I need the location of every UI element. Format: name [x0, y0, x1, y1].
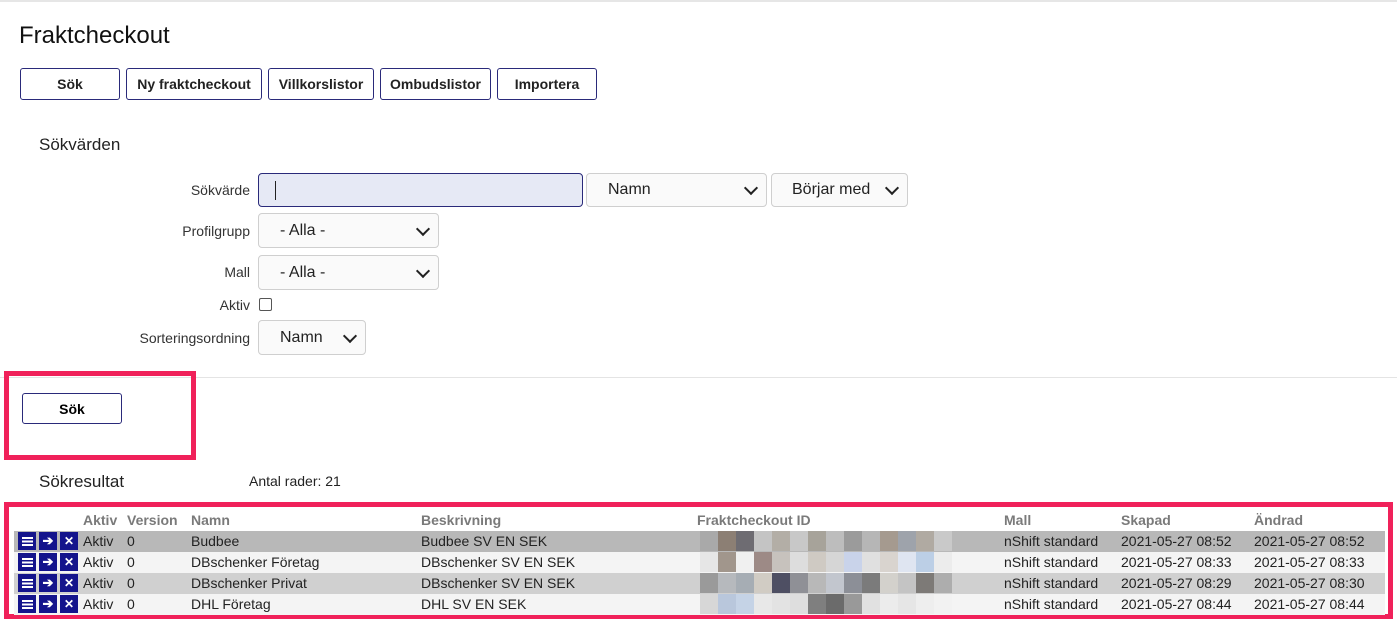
cell-beskrivning: DBschenker SV EN SEK — [421, 575, 576, 591]
match-type-value: Börjar med — [792, 181, 871, 198]
cell-namn: DBschenker Företag — [191, 554, 320, 570]
sokvarde-input[interactable] — [258, 173, 583, 207]
table-header: Aktiv Version Namn Beskrivning Fraktchec… — [14, 510, 1385, 531]
sokvarde-field-select[interactable]: Namn — [586, 173, 767, 207]
top-divider — [0, 0, 1397, 2]
results-table: Aktiv Version Namn Beskrivning Fraktchec… — [14, 510, 1385, 615]
cell-mall: nShift standard — [1004, 575, 1099, 591]
redacted-id — [700, 552, 952, 572]
profilgrupp-value: - Alla - — [280, 221, 326, 239]
cell-aktiv: Aktiv — [83, 596, 114, 612]
redacted-id — [700, 531, 952, 551]
table-row[interactable]: Aktiv 0 Budbee Budbee SV EN SEK nShift s… — [14, 531, 1385, 552]
chevron-down-icon — [415, 263, 431, 278]
redacted-id — [700, 573, 952, 593]
cell-andrad: 2021-05-27 08:44 — [1254, 596, 1365, 612]
col-andrad[interactable]: Ändrad — [1251, 510, 1385, 530]
profilgrupp-select[interactable]: - Alla - — [258, 213, 439, 248]
cell-namn: DBschenker Privat — [191, 575, 307, 591]
cell-aktiv: Aktiv — [83, 575, 114, 591]
table-row[interactable]: Aktiv 0 DBschenker Företag DBschenker SV… — [14, 552, 1385, 573]
text-caret — [275, 181, 276, 200]
cell-version: 0 — [127, 596, 135, 612]
cell-mall: nShift standard — [1004, 533, 1099, 549]
mall-value: - Alla - — [280, 263, 326, 281]
arrow-right-icon[interactable] — [39, 532, 57, 550]
arrow-right-icon[interactable] — [39, 595, 57, 613]
mall-label: Mall — [224, 264, 250, 280]
close-icon[interactable] — [60, 595, 78, 613]
ny-fraktcheckout-button[interactable]: Ny fraktcheckout — [126, 68, 262, 100]
sorteringsordning-label: Sorteringsordning — [139, 330, 250, 346]
chevron-down-icon — [415, 221, 431, 236]
cell-namn: DHL Företag — [191, 596, 271, 612]
cell-andrad: 2021-05-27 08:52 — [1254, 533, 1365, 549]
redacted-id — [700, 594, 952, 614]
col-version[interactable]: Version — [124, 510, 188, 530]
col-mall[interactable]: Mall — [1001, 510, 1118, 530]
cell-mall: nShift standard — [1004, 596, 1099, 612]
villkorslistor-button[interactable]: Villkorslistor — [268, 68, 374, 100]
cell-version: 0 — [127, 554, 135, 570]
cell-skapad: 2021-05-27 08:33 — [1121, 554, 1232, 570]
page-title: Fraktcheckout — [19, 22, 170, 49]
list-icon[interactable] — [18, 532, 36, 550]
cell-aktiv: Aktiv — [83, 554, 114, 570]
table-row[interactable]: Aktiv 0 DHL Företag DHL SV EN SEK nShift… — [14, 594, 1385, 615]
sorteringsordning-select[interactable]: Namn — [258, 320, 366, 355]
cell-namn: Budbee — [191, 533, 240, 549]
cell-beskrivning: DHL SV EN SEK — [421, 596, 527, 612]
arrow-right-icon[interactable] — [39, 553, 57, 571]
col-namn[interactable]: Namn — [188, 510, 418, 530]
col-beskrivning[interactable]: Beskrivning — [418, 510, 694, 530]
profilgrupp-label: Profilgrupp — [182, 223, 250, 239]
toolbar-sok-button[interactable]: Sök — [20, 68, 120, 100]
arrow-right-icon[interactable] — [39, 574, 57, 592]
cell-version: 0 — [127, 533, 135, 549]
chevron-down-icon — [743, 180, 759, 196]
match-type-select[interactable]: Börjar med — [771, 173, 908, 207]
col-aktiv[interactable]: Aktiv — [80, 510, 124, 530]
sokvarde-field-value: Namn — [608, 181, 651, 198]
chevron-down-icon — [884, 180, 900, 196]
cell-beskrivning: Budbee SV EN SEK — [421, 533, 548, 549]
chevron-down-icon — [342, 328, 358, 343]
cell-skapad: 2021-05-27 08:29 — [1121, 575, 1232, 591]
close-icon[interactable] — [60, 574, 78, 592]
table-row[interactable]: Aktiv 0 DBschenker Privat DBschenker SV … — [14, 573, 1385, 594]
cell-skapad: 2021-05-27 08:44 — [1121, 596, 1232, 612]
sokvarde-label: Sökvärde — [190, 182, 250, 198]
col-skapad[interactable]: Skapad — [1118, 510, 1251, 530]
cell-version: 0 — [127, 575, 135, 591]
sokvarden-title: Sökvärden — [39, 135, 121, 154]
col-fraktcheckout-id[interactable]: Fraktcheckout ID — [694, 510, 1001, 530]
sorteringsordning-value: Namn — [280, 328, 323, 346]
cell-aktiv: Aktiv — [83, 533, 114, 549]
list-icon[interactable] — [18, 553, 36, 571]
search-submit-button[interactable]: Sök — [22, 393, 122, 424]
importera-button[interactable]: Importera — [497, 68, 597, 100]
mall-select[interactable]: - Alla - — [258, 255, 439, 290]
cell-skapad: 2021-05-27 08:52 — [1121, 533, 1232, 549]
cell-mall: nShift standard — [1004, 554, 1099, 570]
aktiv-checkbox[interactable] — [259, 298, 272, 311]
result-count: Antal rader: 21 — [249, 473, 341, 489]
close-icon[interactable] — [60, 553, 78, 571]
aktiv-label: Aktiv — [219, 297, 250, 313]
ombudslistor-button[interactable]: Ombudslistor — [380, 68, 491, 100]
cell-beskrivning: DBschenker SV EN SEK — [421, 554, 576, 570]
list-icon[interactable] — [18, 595, 36, 613]
cell-andrad: 2021-05-27 08:33 — [1254, 554, 1365, 570]
sokresultat-title: Sökresultat — [39, 472, 125, 491]
section-divider — [0, 377, 1397, 378]
close-icon[interactable] — [60, 532, 78, 550]
cell-andrad: 2021-05-27 08:30 — [1254, 575, 1365, 591]
list-icon[interactable] — [18, 574, 36, 592]
